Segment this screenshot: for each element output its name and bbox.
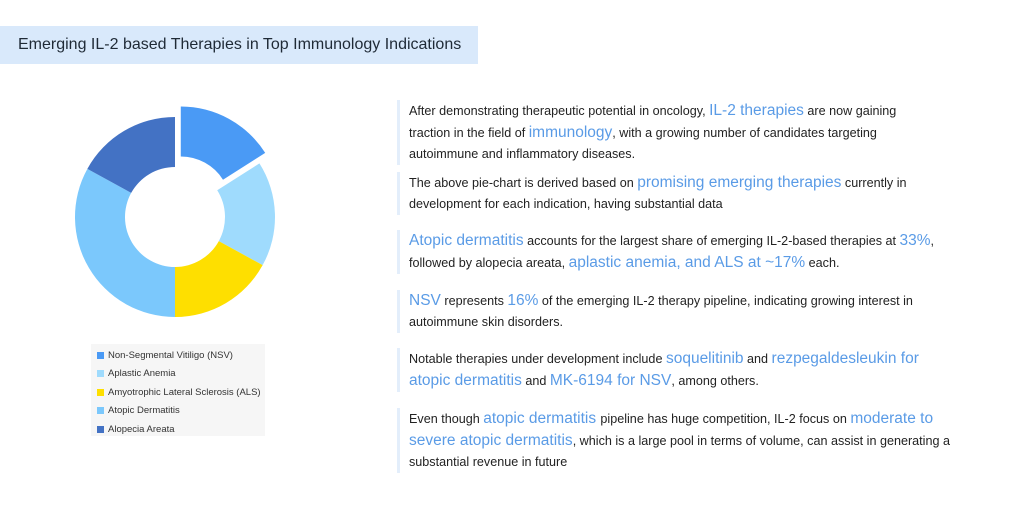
legend-label: Amyotrophic Lateral Sclerosis (ALS)	[108, 386, 261, 398]
commentary-paragraph: Atopic dermatitis accounts for the large…	[397, 230, 949, 274]
body-text: each.	[805, 256, 840, 270]
page-title: Emerging IL-2 based Therapies in Top Imm…	[18, 36, 462, 53]
highlight-text: IL-2 therapies	[709, 102, 804, 119]
legend-swatch	[97, 370, 104, 378]
highlight-text: 33%	[899, 232, 931, 249]
legend-item: Alopecia Areata	[97, 420, 265, 439]
legend-item: Atopic Dermatitis	[97, 402, 265, 421]
commentary-paragraph: Even though atopic dermatitis pipeline h…	[397, 408, 969, 473]
legend-swatch	[97, 407, 104, 415]
body-text: accounts for the largest share of emergi…	[523, 234, 900, 248]
commentary-paragraph: The above pie-chart is derived based on …	[397, 172, 949, 215]
highlight-text: immunology	[528, 124, 613, 141]
title-banner: Emerging IL-2 based Therapies in Top Imm…	[0, 26, 478, 64]
highlight-text: atopic dermatitis	[483, 410, 601, 427]
body-text: represents	[440, 294, 508, 308]
body-text: The above pie-chart is derived based on	[409, 176, 638, 190]
highlight-text: promising emerging therapies	[637, 174, 842, 191]
chart-legend: Non-Segmental Vitiligo (NSV) Aplastic Ane…	[91, 344, 265, 436]
donut-slice-atopic-dermatitis	[74, 168, 175, 317]
body-text: and	[743, 352, 772, 366]
body-text: and	[521, 374, 550, 388]
commentary-paragraph: After demonstrating therapeutic potentia…	[397, 100, 929, 165]
body-text: After demonstrating therapeutic potentia…	[409, 104, 710, 118]
commentary-paragraph: NSV represents 16% of the emerging IL-2 …	[397, 290, 934, 333]
donut-chart	[74, 106, 275, 317]
highlight-text: 16%	[507, 292, 539, 309]
highlight-text: NSV	[409, 292, 441, 309]
legend-swatch	[97, 388, 104, 396]
legend-label: Alopecia Areata	[108, 423, 175, 435]
legend-label: Non-Segmental Vitiligo (NSV)	[108, 349, 233, 361]
highlight-text: soquelitinib	[665, 350, 744, 367]
legend-item: Non-Segmental Vitiligo (NSV)	[97, 346, 265, 365]
body-text: Notable therapies under development incl…	[409, 352, 666, 366]
legend-swatch	[97, 425, 104, 433]
highlight-text: MK-6194 for NSV	[549, 372, 672, 389]
legend-swatch	[97, 351, 104, 359]
legend-item: Aplastic Anemia	[97, 365, 265, 384]
body-text: , among others.	[671, 374, 759, 388]
commentary-paragraph: Notable therapies under development incl…	[397, 348, 954, 392]
body-text: pipeline has huge competition, IL-2 focu…	[600, 412, 851, 426]
legend-item: Amyotrophic Lateral Sclerosis (ALS)	[97, 383, 265, 402]
legend-label: Aplastic Anemia	[108, 368, 176, 380]
legend-label: Atopic Dermatitis	[108, 405, 180, 417]
highlight-text: aplastic anemia, and ALS at ~17%	[568, 254, 806, 271]
body-text: Even though	[409, 412, 484, 426]
highlight-text: Atopic dermatitis	[409, 232, 524, 249]
